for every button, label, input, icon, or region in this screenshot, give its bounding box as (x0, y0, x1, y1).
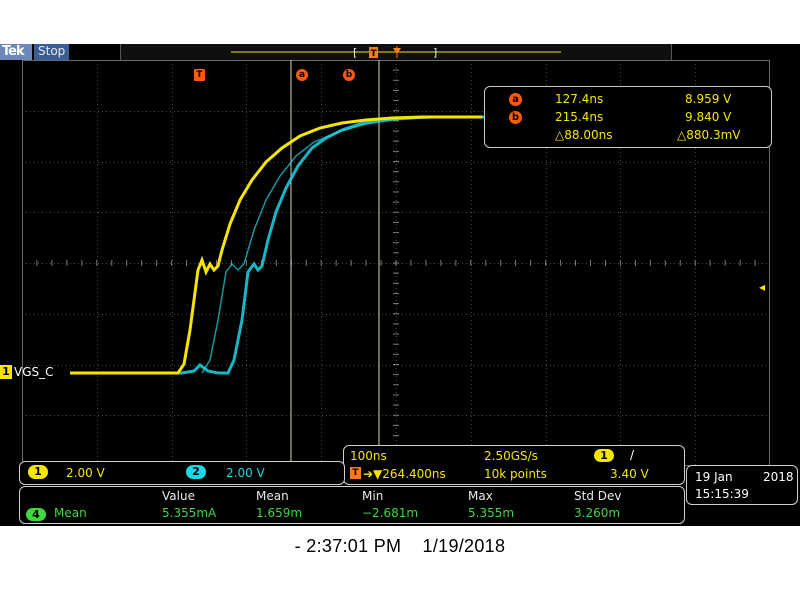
cursor-a-icon: a (509, 93, 522, 106)
record-trigger-marker: T (371, 49, 378, 59)
oscilloscope-screen: Tek Stop [ ] T T a b a 127.4ns 8.959 V b… (0, 44, 800, 526)
sample-rate: 2.50GS/s (484, 449, 538, 463)
trigger-source-badge: 1 (594, 449, 614, 462)
cursor-b-time: 215.4ns (555, 110, 604, 124)
trigger-icon: T (350, 467, 361, 479)
meas-min: −2.681m (362, 506, 419, 520)
meas-header-mean: Mean (256, 489, 289, 503)
year: 2018 (763, 470, 794, 484)
capture-timestamp: - 2:37:01 PM 1/19/2018 (294, 536, 506, 556)
ch1-badge[interactable]: 1 (28, 465, 48, 479)
date: 19 Jan (695, 470, 733, 484)
measurement-panel[interactable]: Value Mean Min Max Std Dev 4 Mean 5.355m… (19, 486, 685, 524)
ch1-scale: 2.00 V (66, 466, 105, 480)
svg-text:[: [ (353, 46, 357, 59)
time-per-div: 100ns (350, 449, 387, 463)
cursor-delta-value: △880.3mV (677, 128, 741, 142)
acquisition-status[interactable]: Stop (34, 44, 70, 60)
record-view-icon: [ ] T (231, 46, 561, 59)
meas-header-stddev: Std Dev (574, 489, 622, 503)
status-bar: Tek Stop [ ] T (0, 44, 800, 60)
record-view-bar[interactable]: [ ] T (120, 44, 672, 60)
trigger-slope-icon: / (630, 448, 635, 462)
cursor-b-value: 9.840 V (685, 110, 732, 124)
ch1-label: VGS_C (14, 365, 54, 379)
brand-label: Tek (2, 44, 25, 59)
cursor-readout-panel[interactable]: a 127.4ns 8.959 V b 215.4ns 9.840 V △88.… (484, 86, 772, 148)
meas-name: Mean (54, 506, 87, 520)
trigger-level: 3.40 V (610, 467, 649, 481)
ch1-ground-marker[interactable]: 1 VGS_C (0, 365, 54, 379)
cursor-b-marker[interactable]: b (343, 69, 355, 81)
ch2-badge[interactable]: 2 (186, 465, 206, 479)
trigger-level-arrow-icon[interactable]: ◂ (759, 281, 770, 293)
cursor-b-row: b 215.4ns 9.840 V (485, 108, 771, 126)
time: 15:15:39 (695, 487, 749, 501)
horizontal-trigger-panel[interactable]: 100ns 2.50GS/s 1 / T ➔▼264.400ns 10k poin… (343, 445, 685, 485)
meas-header-value: Value (162, 489, 195, 503)
meas-header-max: Max (468, 489, 493, 503)
cursor-a-time: 127.4ns (555, 92, 604, 106)
record-length: 10k points (484, 467, 547, 481)
trigger-position-value: ➔▼264.400ns (363, 467, 446, 481)
trigger-position-marker[interactable]: T (194, 69, 205, 81)
cursor-a-marker[interactable]: a (296, 69, 308, 81)
cursor-a-row: a 127.4ns 8.959 V (485, 90, 771, 108)
ch2-scale: 2.00 V (226, 466, 265, 480)
meas-channel-badge: 4 (26, 508, 46, 521)
cursor-delta-row: △88.00ns △880.3mV (485, 126, 771, 144)
vertical-scale-panel[interactable]: 1 2.00 V 2 2.00 V (19, 461, 345, 485)
cursor-a-value: 8.959 V (685, 92, 732, 106)
ch1-ground-number: 1 (0, 365, 12, 379)
meas-mean: 1.659m (256, 506, 303, 520)
cursor-b-icon: b (509, 111, 522, 124)
meas-header-min: Min (362, 489, 384, 503)
meas-max: 5.355m (468, 506, 515, 520)
datetime-panel[interactable]: 19 Jan 2018 15:15:39 (686, 465, 798, 505)
trigger-position: T ➔▼264.400ns (350, 467, 446, 481)
meas-stddev: 3.260m (574, 506, 621, 520)
meas-value: 5.355mA (162, 506, 217, 520)
cursor-delta-time: △88.00ns (555, 128, 613, 142)
svg-text:]: ] (433, 46, 437, 59)
